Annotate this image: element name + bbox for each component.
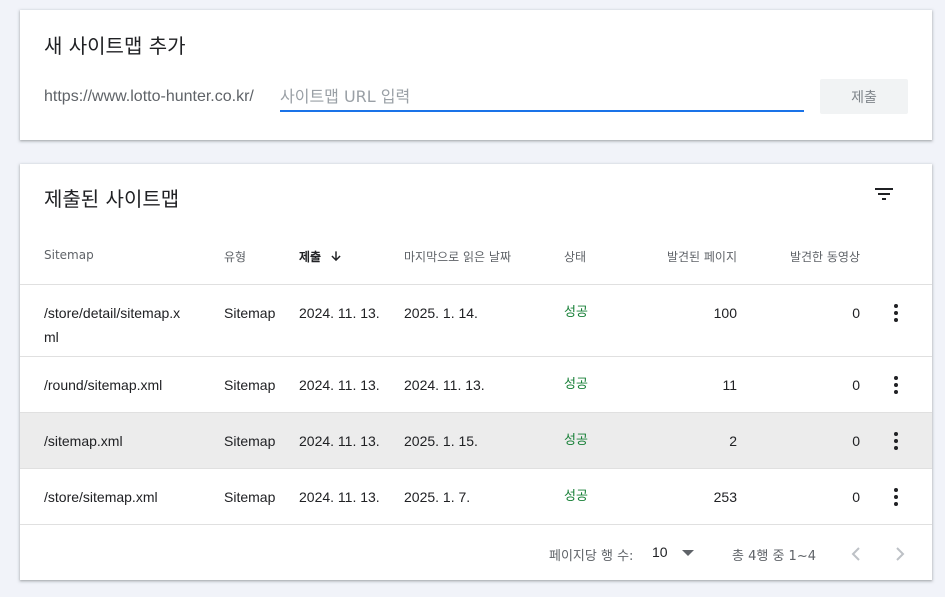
column-header-pages[interactable]: 발견된 페이지	[617, 248, 737, 265]
submitted-date: 2024. 11. 13.	[299, 377, 380, 393]
column-header-sitemap[interactable]: Sitemap	[44, 248, 94, 262]
submit-button[interactable]: 제출	[820, 79, 908, 114]
pages-count: 2	[729, 433, 737, 449]
table-row[interactable]: /round/sitemap.xml Sitemap 2024. 11. 13.…	[20, 357, 932, 413]
rows-per-page-label: 페이지당 행 수:	[549, 549, 634, 564]
videos-count: 0	[852, 433, 860, 449]
sitemap-url-input[interactable]	[280, 84, 804, 112]
sitemap-type: Sitemap	[224, 377, 276, 393]
more-vert-icon[interactable]	[886, 485, 906, 509]
last-read-date: 2025. 1. 14.	[404, 305, 478, 321]
column-header-submitted[interactable]: 제출	[299, 248, 343, 265]
pagination-range: 총 4행 중 1~4	[732, 549, 816, 564]
videos-count: 0	[852, 489, 860, 505]
add-sitemap-card: 새 사이트맵 추가 https://www.lotto-hunter.co.kr…	[20, 10, 932, 140]
last-read-date: 2025. 1. 7.	[404, 489, 471, 505]
videos-count: 0	[852, 377, 860, 393]
sitemap-path: /store/sitemap.xml	[44, 489, 158, 505]
pages-count: 253	[713, 489, 737, 505]
url-prefix: https://www.lotto-hunter.co.kr/	[44, 88, 254, 105]
last-read-date: 2024. 11. 13.	[404, 377, 485, 393]
submitted-date: 2024. 11. 13.	[299, 305, 380, 321]
column-header-videos[interactable]: 발견한 동영상	[740, 248, 860, 265]
submitted-sitemaps-card: 제출된 사이트맵 Sitemap 유형 제출 마지막으로 읽은 날짜 상태 발견…	[20, 164, 932, 580]
pages-count: 11	[722, 377, 737, 393]
add-sitemap-title: 새 사이트맵 추가	[44, 34, 186, 58]
submitted-date: 2024. 11. 13.	[299, 433, 380, 449]
status-badge: 성공	[564, 377, 588, 392]
rows-per-page-select[interactable]: 10	[652, 542, 700, 564]
column-header-status[interactable]: 상태	[564, 248, 586, 265]
table-row[interactable]: /store/sitemap.xml Sitemap 2024. 11. 13.…	[20, 469, 932, 525]
column-header-type[interactable]: 유형	[224, 248, 246, 265]
submitted-sitemaps-title: 제출된 사이트맵	[44, 187, 180, 211]
sitemap-type: Sitemap	[224, 433, 276, 449]
videos-count: 0	[852, 305, 860, 321]
last-read-date: 2025. 1. 15.	[404, 433, 478, 449]
column-header-last-read[interactable]: 마지막으로 읽은 날짜	[404, 248, 511, 265]
more-vert-icon[interactable]	[886, 373, 906, 397]
arrow-down-icon	[331, 251, 341, 262]
sitemap-path: /store/detail/sitemap.x ml	[44, 305, 181, 345]
table-row[interactable]: /sitemap.xml Sitemap 2024. 11. 13. 2025.…	[20, 413, 932, 469]
chevron-down-icon	[682, 550, 694, 556]
submitted-date: 2024. 11. 13.	[299, 489, 380, 505]
sitemap-type: Sitemap	[224, 305, 276, 321]
sitemap-path: /sitemap.xml	[44, 433, 123, 449]
table-row[interactable]: /store/detail/sitemap.x ml Sitemap 2024. …	[20, 285, 932, 357]
status-badge: 성공	[564, 433, 588, 448]
filter-icon[interactable]	[872, 182, 896, 206]
more-vert-icon[interactable]	[886, 301, 906, 325]
status-badge: 성공	[564, 305, 588, 320]
sitemap-type: Sitemap	[224, 489, 276, 505]
pages-count: 100	[713, 305, 737, 321]
column-header-submitted-label: 제출	[299, 250, 322, 264]
chevron-right-icon[interactable]	[888, 542, 912, 566]
rows-per-page-value: 10	[652, 544, 668, 560]
sitemap-path: /round/sitemap.xml	[44, 377, 163, 393]
chevron-left-icon[interactable]	[844, 542, 868, 566]
more-vert-icon[interactable]	[886, 429, 906, 453]
status-badge: 성공	[564, 489, 588, 504]
